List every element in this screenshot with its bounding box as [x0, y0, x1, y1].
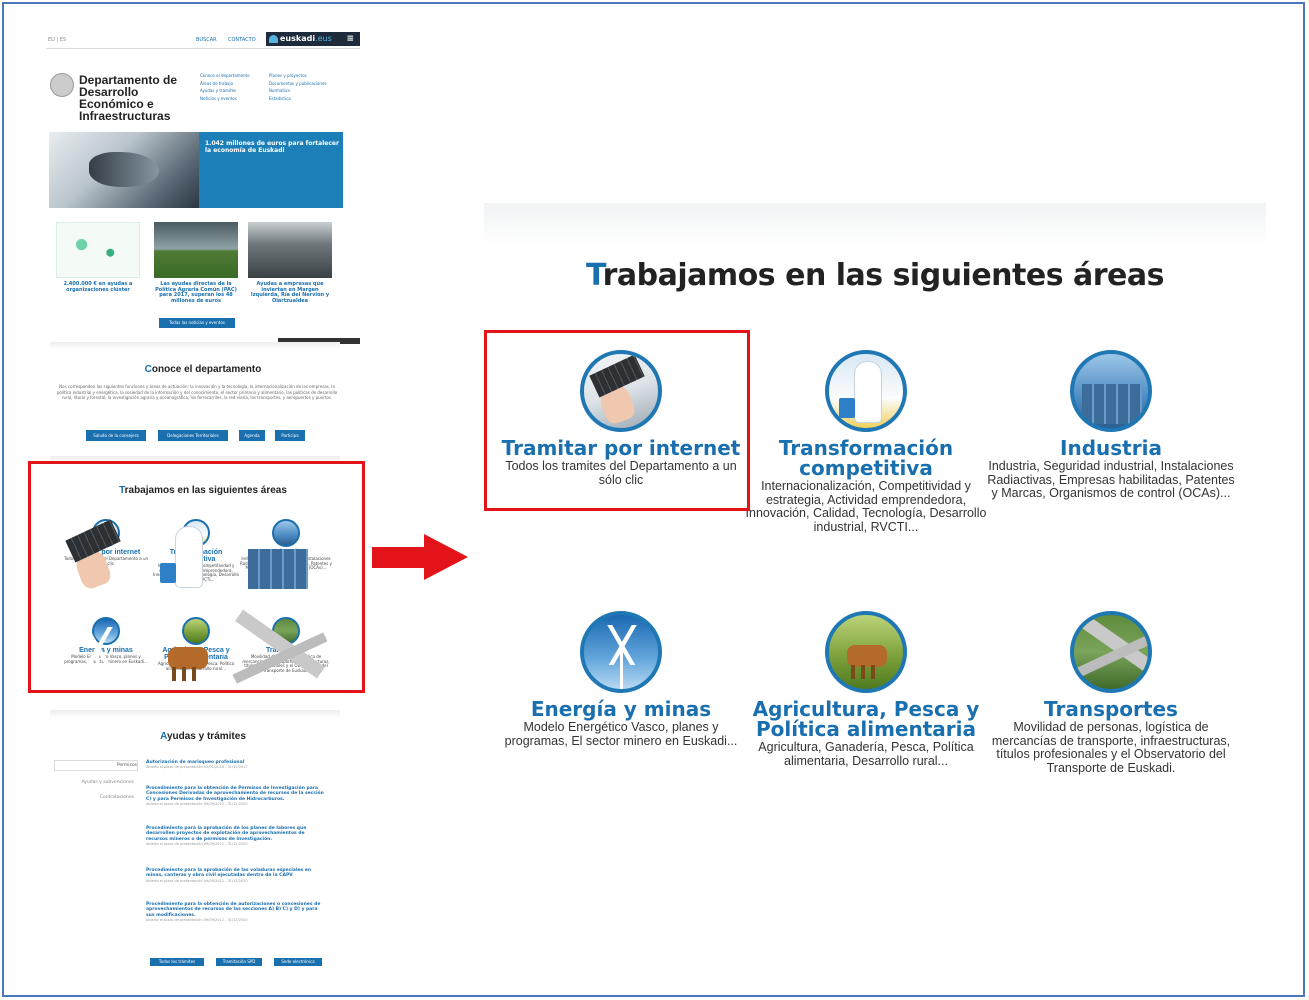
department-links-col2: Planes y proyectos Documentos y publicac… — [269, 72, 327, 102]
delegaciones-button[interactable]: Delegaciones Territoriales — [158, 430, 228, 441]
highlight-box-small — [28, 461, 365, 693]
tab-contrataciones[interactable]: Contrataciones — [54, 795, 134, 800]
section-divider — [50, 342, 340, 350]
wind-turbine-icon — [580, 611, 662, 693]
tramite-link[interactable]: Procedimiento para la obtención de Permi… — [146, 786, 324, 802]
section-divider — [50, 710, 340, 718]
area-energia[interactable]: Energía y minas Modelo Energético Vasco,… — [496, 611, 746, 748]
section-divider — [484, 203, 1266, 247]
news-item[interactable]: Ayudas a empresas que inviertan en Marge… — [248, 222, 332, 304]
dept-link[interactable]: Normativa — [269, 87, 327, 95]
participa-button[interactable]: Participa — [275, 430, 305, 441]
sede-button[interactable]: Sede electrónica — [274, 958, 322, 966]
brand-tld: .eus — [315, 34, 332, 43]
tramitacion-button[interactable]: Tramitación SPD — [216, 958, 262, 966]
network-image — [56, 222, 140, 278]
area-title[interactable]: Agricultura, Pesca y Política alimentari… — [741, 699, 991, 739]
tramite-item[interactable]: Procedimiento para la obtención de Permi… — [146, 786, 326, 806]
government-seal-icon — [50, 73, 74, 97]
saludo-button[interactable]: Saludo de la consejera — [86, 430, 146, 441]
all-news-button[interactable]: Todas las noticias y eventos — [159, 318, 235, 328]
dept-link[interactable]: Conoce el departamento — [200, 72, 250, 80]
tramite-link[interactable]: Autorización de marisqueo profesional — [146, 760, 244, 765]
news-item[interactable]: 2.400.000 € en ayudas a organizaciones c… — [56, 222, 140, 293]
all-tramites-button[interactable]: Todos los trámites — [150, 958, 204, 966]
field-image — [154, 222, 238, 278]
area-industria[interactable]: Industria Industria, Seguridad industria… — [986, 350, 1236, 501]
area-desc: Agricultura, Ganadería, Pesca, Política … — [758, 740, 974, 768]
hamburger-icon[interactable]: ≡ — [346, 32, 354, 46]
area-desc: Industria, Seguridad industrial, Instala… — [987, 459, 1235, 501]
dept-link[interactable]: Noticias y eventos — [200, 95, 250, 103]
tramite-item[interactable]: Procedimiento para la obtención de autor… — [146, 902, 326, 922]
contact-link[interactable]: CONTACTO — [228, 37, 256, 43]
dept-link[interactable]: Documentos y publicaciones — [269, 80, 327, 88]
search-link[interactable]: BUSCAR — [196, 37, 217, 43]
area-transformacion[interactable]: Transformación competitiva Internacional… — [741, 350, 991, 534]
dept-link[interactable]: Áreas de trabajo — [200, 80, 250, 88]
tramite-item[interactable]: Procedimiento para la aprobación de los … — [146, 826, 326, 846]
tab-ayudas[interactable]: Ayudas y subvenciones — [54, 780, 134, 785]
agenda-button[interactable]: Agenda — [239, 430, 265, 441]
area-transportes[interactable]: Transportes Movilidad de personas, logís… — [986, 611, 1236, 775]
dept-link[interactable]: Ayudas y trámites — [200, 87, 250, 95]
robot-hand-image — [49, 132, 199, 208]
highway-icon — [1070, 611, 1152, 693]
tramite-meta: Abierto el plazo de presentación 01/01/2… — [146, 765, 248, 770]
area-desc: Modelo Energético Vasco, planes y progra… — [504, 720, 738, 748]
tramite-item[interactable]: Procedimiento para la aprobación de las … — [146, 868, 326, 883]
tramite-meta: Abierto el plazo de presentación 09/09/2… — [146, 878, 248, 883]
area-title[interactable]: Transformación competitiva — [741, 438, 991, 478]
dept-link[interactable]: Planes y proyectos — [269, 72, 327, 80]
brand-name: euskadi — [280, 34, 316, 43]
department-title: Departamento de Desarrollo Económico e I… — [79, 73, 178, 123]
tramite-meta: Abierto el plazo de presentación 09/09/2… — [146, 917, 248, 922]
scientist-icon — [825, 350, 907, 432]
conoce-title: Conoce el departamento — [144, 364, 262, 375]
language-switch[interactable]: EU | ES — [48, 37, 66, 43]
tramite-link[interactable]: Procedimiento para la aprobación de los … — [146, 826, 306, 842]
conoce-text: Nos corresponden las siguientes funcione… — [56, 384, 338, 400]
cow-icon — [825, 611, 907, 693]
tramite-meta: Abierto el plazo de presentación 09/09/2… — [146, 841, 248, 846]
top-bar: EU | ES BUSCAR CONTACTO euskadi.eus ≡ — [46, 30, 360, 48]
tramite-link[interactable]: Procedimiento para la obtención de autor… — [146, 902, 320, 918]
euskadi-brand[interactable]: euskadi.eus ≡ — [266, 32, 360, 46]
arrow-head-icon — [424, 534, 468, 580]
tramite-link[interactable]: Procedimiento para la aprobación de las … — [146, 868, 311, 878]
ayudas-title: Ayudas y trámites — [160, 731, 246, 742]
area-agricultura[interactable]: Agricultura, Pesca y Política alimentari… — [741, 611, 991, 768]
area-title[interactable]: Industria — [986, 438, 1236, 458]
arrow-right-icon — [372, 547, 426, 568]
tramite-item[interactable]: Autorización de marisqueo profesional Ab… — [146, 760, 326, 769]
area-title[interactable]: Transportes — [986, 699, 1236, 719]
area-desc: Movilidad de personas, logística de merc… — [991, 720, 1231, 775]
news-item[interactable]: Las ayudas directas de la Política Agrar… — [154, 222, 238, 304]
area-desc: Internacionalización, Competitividad y e… — [745, 479, 987, 534]
highlight-box-tramitar — [484, 330, 750, 511]
hero-banner[interactable]: 1.042 millones de euros para fortalecer … — [49, 132, 343, 208]
area-title[interactable]: Energía y minas — [496, 699, 746, 719]
divider — [46, 48, 360, 49]
areas-title: Trabajamos en las siguientes áreas — [585, 258, 1165, 293]
euskadi-logo-icon — [269, 35, 278, 43]
department-links-col1: Conoce el departamento Áreas de trabajo … — [200, 72, 250, 102]
tramite-meta: Abierto el plazo de presentación 09/09/2… — [146, 801, 248, 806]
tab-permisos[interactable]: Permisos — [54, 760, 138, 771]
news-caption: Ayudas a empresas que inviertan en Marge… — [250, 281, 330, 304]
news-caption: Las ayudas directas de la Política Agrar… — [155, 281, 237, 304]
factory-image — [248, 222, 332, 278]
industry-tanks-icon — [1070, 350, 1152, 432]
news-caption: 2.400.000 € en ayudas a organizaciones c… — [63, 281, 133, 293]
dept-link[interactable]: Estadística — [269, 95, 327, 103]
hero-text: 1.042 millones de euros para fortalecer … — [205, 140, 339, 154]
